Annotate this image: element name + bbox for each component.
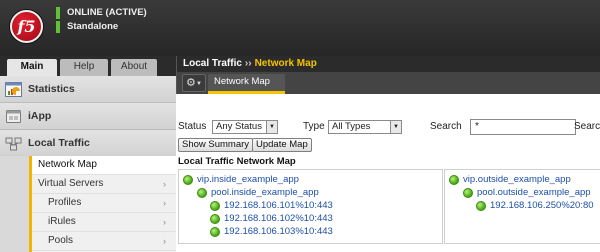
status-green-icon [210, 227, 220, 237]
virtual-server-link[interactable]: vip.inside_example_app [197, 174, 299, 186]
iapp-icon [6, 110, 21, 123]
pool-member-link[interactable]: 192.168.106.102%10:443 [224, 213, 333, 225]
dropdown-arrow-icon: ▼ [390, 121, 401, 133]
sidebar-item-label: Virtual Servers [38, 178, 104, 189]
status-green-icon [210, 201, 220, 211]
sidebar-item-network-map[interactable]: Network Map [32, 156, 176, 175]
breadcrumb-parent[interactable]: Local Traffic [183, 58, 242, 69]
tab-main[interactable]: Main [7, 59, 57, 76]
sidebar-item-profiles[interactable]: Profiles › [32, 194, 176, 213]
chevron-right-icon: › [163, 198, 166, 208]
chevron-right-icon: › [163, 217, 166, 227]
tab-network-map[interactable]: Network Map [208, 74, 285, 94]
caret-down-icon: ▼ [196, 81, 202, 87]
sidebar-item-label: iRules [48, 216, 76, 227]
breadcrumb-current: Network Map [254, 58, 317, 69]
dropdown-arrow-icon: ▼ [266, 121, 277, 133]
pool-member-link[interactable]: 192.168.106.101%10:443 [224, 200, 333, 212]
sidebar-section-label: Local Traffic [28, 137, 90, 149]
type-filter-select[interactable]: All Types ▼ [328, 120, 402, 134]
virtual-server-link[interactable]: vip.outside_example_app [463, 174, 571, 186]
map-panel-inside: vip.inside_example_app pool.inside_examp… [178, 169, 443, 244]
sidebar-item-label: Pools [48, 235, 74, 246]
subnav-items: Network Map Virtual Servers › Profiles ›… [29, 156, 176, 252]
network-map-title: Local Traffic Network Map [178, 156, 296, 167]
sidebar-item-irules[interactable]: iRules › [32, 213, 176, 232]
chevron-right-icon: › [163, 179, 166, 189]
breadcrumb-bar: Local Traffic ›› Network Map [176, 56, 600, 72]
sidebar-item-label: Network Map [38, 159, 97, 170]
status-filter-label: Status [178, 121, 207, 132]
gear-icon: ⚙ [186, 77, 196, 89]
sidebar-section-label: Statistics [28, 83, 75, 95]
search-label: Search [430, 121, 462, 132]
show-summary-button[interactable]: Show Summary [178, 138, 254, 152]
status-green-icon [197, 188, 207, 198]
chevron-right-icon: › [163, 236, 166, 246]
breadcrumb-separator: ›› [244, 58, 252, 69]
sidebar-item-virtual-servers[interactable]: Virtual Servers › [32, 175, 176, 194]
update-map-button[interactable]: Update Map [252, 138, 312, 152]
sidebar-item-label: Profiles [48, 197, 82, 208]
status-green-icon [476, 201, 486, 211]
search-label-2: Searc [574, 121, 600, 132]
status-green-icon [210, 214, 220, 224]
page-toolbar: ⚙ ▼ Network Map [176, 72, 600, 94]
sidebar-section-local-traffic[interactable]: Local Traffic [0, 130, 176, 156]
gear-menu-button[interactable]: ⚙ ▼ [182, 74, 206, 92]
top-banner: f5 ONLINE (ACTIVE) Standalone [0, 0, 600, 56]
statistics-icon [5, 82, 22, 97]
main-content: Status Any Status ▼ Type All Types ▼ Sea… [176, 94, 600, 252]
nav-tabs: Main Help About [0, 56, 176, 76]
subnav-rail [0, 156, 29, 252]
pool-member-link[interactable]: 192.168.106.250%20:80 [490, 200, 594, 212]
sidebar-section-statistics[interactable]: Statistics [0, 76, 176, 103]
search-input[interactable]: * [470, 119, 576, 135]
status-filter-value: Any Status [216, 121, 262, 132]
device-mode: Standalone [56, 21, 118, 33]
tab-about[interactable]: About [111, 59, 157, 76]
tab-help[interactable]: Help [60, 59, 108, 76]
type-filter-value: All Types [332, 121, 371, 132]
pool-member-link[interactable]: 192.168.106.103%10:443 [224, 226, 333, 238]
pool-link[interactable]: pool.inside_example_app [211, 187, 319, 199]
breadcrumb: Local Traffic ›› Network Map [183, 58, 317, 69]
status-green-icon [449, 175, 459, 185]
sidebar-section-label: iApp [28, 110, 52, 122]
type-filter-label: Type [303, 121, 325, 132]
sidebar-section-iapp[interactable]: iApp [0, 103, 176, 130]
local-traffic-icon [5, 137, 22, 151]
sidebar: Statistics iApp Local Traffic Network Ma… [0, 76, 176, 252]
filter-row: Status Any Status ▼ Type All Types ▼ Sea… [176, 119, 600, 135]
local-traffic-subnav: Network Map Virtual Servers › Profiles ›… [0, 156, 176, 252]
device-status: ONLINE (ACTIVE) [56, 7, 147, 19]
status-green-icon [183, 175, 193, 185]
pool-link[interactable]: pool.outside_example_app [477, 187, 591, 199]
status-filter-select[interactable]: Any Status ▼ [212, 120, 278, 134]
sidebar-item-pools[interactable]: Pools › [32, 232, 176, 251]
map-panel-outside: vip.outside_example_app pool.outside_exa… [444, 169, 600, 244]
status-green-icon [463, 188, 473, 198]
f5-logo[interactable]: f5 [10, 10, 43, 43]
